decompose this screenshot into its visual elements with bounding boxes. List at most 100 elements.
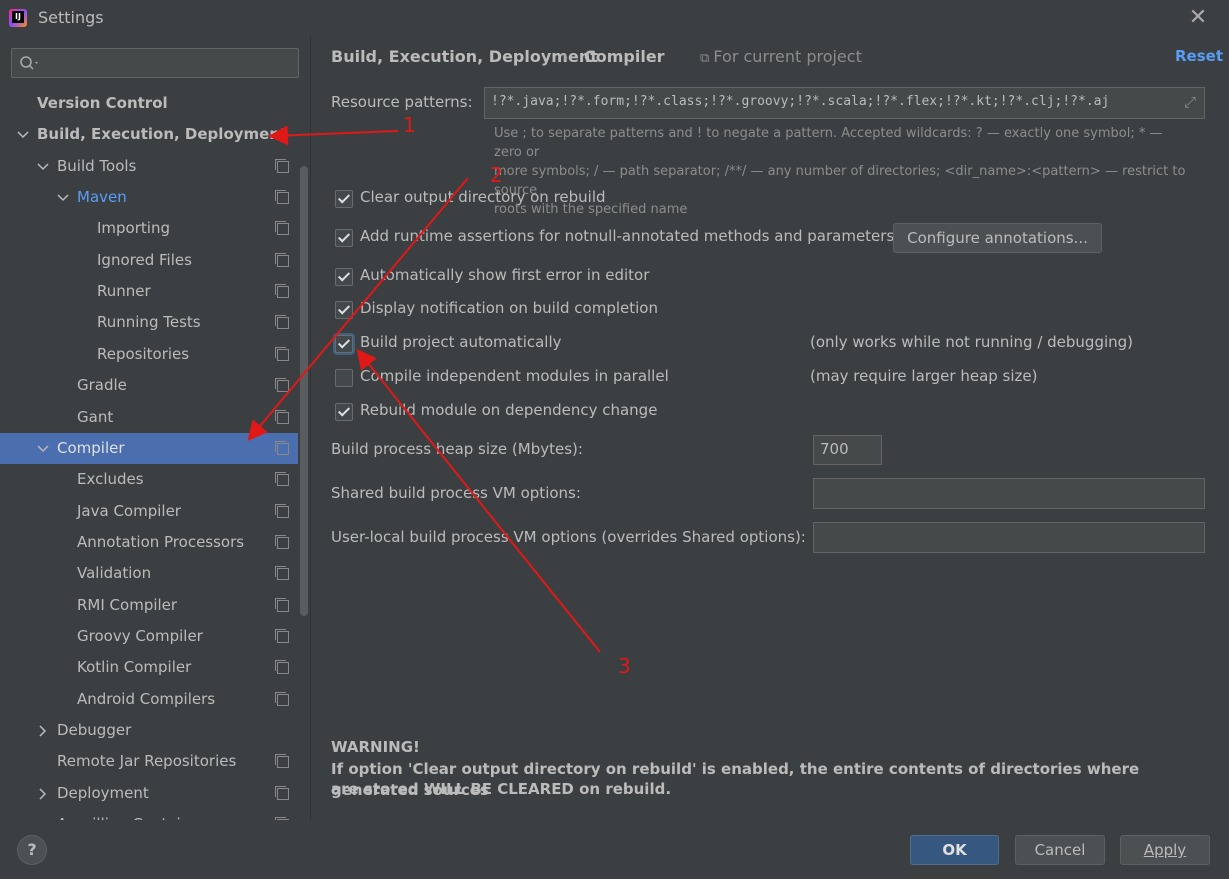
heap-size-input[interactable]: 700 [813,435,882,465]
project-level-icon [275,409,289,424]
reset-link[interactable]: Reset [1175,47,1223,65]
chevron-right-icon[interactable] [37,788,49,800]
project-level-icon [275,566,289,581]
tree-item-android-compilers[interactable]: Android Compilers [0,684,298,715]
option-checkbox-3[interactable] [335,301,353,319]
project-level-icon [275,221,289,236]
project-level-icon [275,252,289,267]
tree-item-compiler[interactable]: Compiler [0,432,298,464]
tree-item-maven[interactable]: Maven [0,182,298,213]
tree-item-label: Android Compilers [77,689,216,708]
option-label-5[interactable]: Compile independent modules in parallel [360,367,669,385]
tree-item-label: Groovy Compiler [77,626,203,645]
heap-size-label: Build process heap size (Mbytes): [331,440,583,458]
sidebar-scrollbar[interactable] [300,166,308,616]
tree-item-remote-jar-repositories[interactable]: Remote Jar Repositories [0,746,298,777]
chevron-down-icon[interactable] [37,161,49,173]
tree-item-label: Repositories [97,344,190,363]
tree-item-validation[interactable]: Validation [0,558,298,589]
tree-item-label: Ignored Files [97,250,192,269]
tree-item-label: Kotlin Compiler [77,658,192,677]
tree-item-importing[interactable]: Importing [0,213,298,244]
option-label-4[interactable]: Build project automatically [360,333,562,351]
ok-button[interactable]: OK [910,835,999,865]
resource-patterns-field[interactable]: !?*.java;!?*.form;!?*.class;!?*.groovy;!… [484,87,1205,119]
option-checkbox-1[interactable] [335,229,353,247]
tree-item-annotation-processors[interactable]: Annotation Processors [0,527,298,558]
option-label-0[interactable]: Clear output directory on rebuild [360,188,606,206]
tree-item-groovy-compiler[interactable]: Groovy Compiler [0,621,298,652]
help-button[interactable]: ? [17,835,47,865]
tree-item-debugger[interactable]: Debugger [0,715,298,746]
project-level-icon [275,628,289,643]
tree-item-gant[interactable]: Gant [0,402,298,433]
project-level-icon [275,597,289,612]
annotation-3: 3 [618,654,631,678]
tree-item-label: Arquillian Containers [57,809,213,820]
project-level-icon [275,660,289,675]
search-field[interactable] [11,48,299,78]
option-label-6[interactable]: Rebuild module on dependency change [360,401,657,419]
tree-item-version-control[interactable]: Version Control [0,88,298,119]
tree-item-build-execution-deployment[interactable]: Build, Execution, Deployment [0,119,298,150]
tree-item-deployment[interactable]: Deployment [0,778,298,809]
title-bar: Settings ✕ [0,0,1229,36]
intellij-logo-icon [9,9,27,27]
tree-item-label: Version Control [37,94,168,112]
chevron-down-icon[interactable] [17,129,29,141]
hint-line-1: Use ; to separate patterns and ! to nega… [494,126,1163,160]
breadcrumb-parent[interactable]: Build, Execution, Deployment [331,47,598,66]
settings-sidebar: Version Control Build, Execution, Deploym… [0,36,311,820]
annotation-2: 2 [490,163,503,187]
chevron-right-icon[interactable] [37,725,49,737]
tree-item-kotlin-compiler[interactable]: Kotlin Compiler [0,652,298,683]
project-level-icon [275,190,289,205]
tree-item-ignored-files[interactable]: Ignored Files [0,245,298,276]
tree-item-arquillian-containers[interactable]: Arquillian Containers [0,809,298,820]
local-vm-options-input[interactable] [813,522,1205,553]
option-note-5: (may require larger heap size) [810,367,1038,385]
option-label-3[interactable]: Display notification on build completion [360,299,658,317]
option-checkbox-5[interactable] [335,369,353,387]
tree-item-running-tests[interactable]: Running Tests [0,307,298,338]
dialog-footer: ? OK Cancel Apply [0,820,1229,879]
configure-annotations-button[interactable]: Configure annotations... [893,223,1102,253]
project-scope-text: For current project [713,47,862,66]
option-checkbox-4[interactable] [335,335,353,353]
tree-item-runner[interactable]: Runner [0,276,298,307]
tree-item-label: Validation [77,564,152,583]
tree-item-repositories[interactable]: Repositories [0,339,298,370]
tree-item-excludes[interactable]: Excludes [0,464,298,495]
tree-item-build-tools[interactable]: Build Tools [0,151,298,182]
close-icon[interactable]: ✕ [1188,7,1208,29]
option-checkbox-2[interactable] [335,268,353,286]
breadcrumb-separator: › [562,47,569,66]
chevron-down-icon[interactable] [57,192,69,204]
project-level-icon [275,378,289,393]
expand-icon[interactable]: ⤢ [1184,93,1196,111]
tree-item-rmi-compiler[interactable]: RMI Compiler [0,590,298,621]
tree-item-java-compiler[interactable]: Java Compiler [0,496,298,527]
option-checkbox-6[interactable] [335,403,353,421]
apply-button[interactable]: Apply [1120,835,1210,865]
heap-size-value: 700 [820,440,849,458]
project-level-icon [275,691,289,706]
cancel-button[interactable]: Cancel [1015,835,1105,865]
warning-title: WARNING! [331,738,420,756]
project-level-icon [275,315,289,330]
annotation-1: 1 [403,113,416,137]
tree-item-label: Debugger [57,721,132,739]
shared-vm-options-input[interactable] [813,478,1205,509]
option-label-2[interactable]: Automatically show first error in editor [360,266,649,284]
tree-item-gradle[interactable]: Gradle [0,370,298,401]
option-checkbox-0[interactable] [335,190,353,208]
warning-line-2: are stored WILL BE CLEARED on rebuild. [331,780,672,798]
option-label-1[interactable]: Add runtime assertions for notnull-annot… [360,227,894,245]
project-scope-icon: ⧉ [700,51,714,66]
project-level-icon [275,158,289,173]
compiler-settings-panel: Build, Execution, Deployment › Compiler … [311,36,1229,820]
chevron-down-icon[interactable] [37,443,49,455]
tree-item-label: Remote Jar Repositories [57,752,237,771]
tree-item-label: Gant [77,407,114,426]
tree-item-label: RMI Compiler [77,595,178,614]
